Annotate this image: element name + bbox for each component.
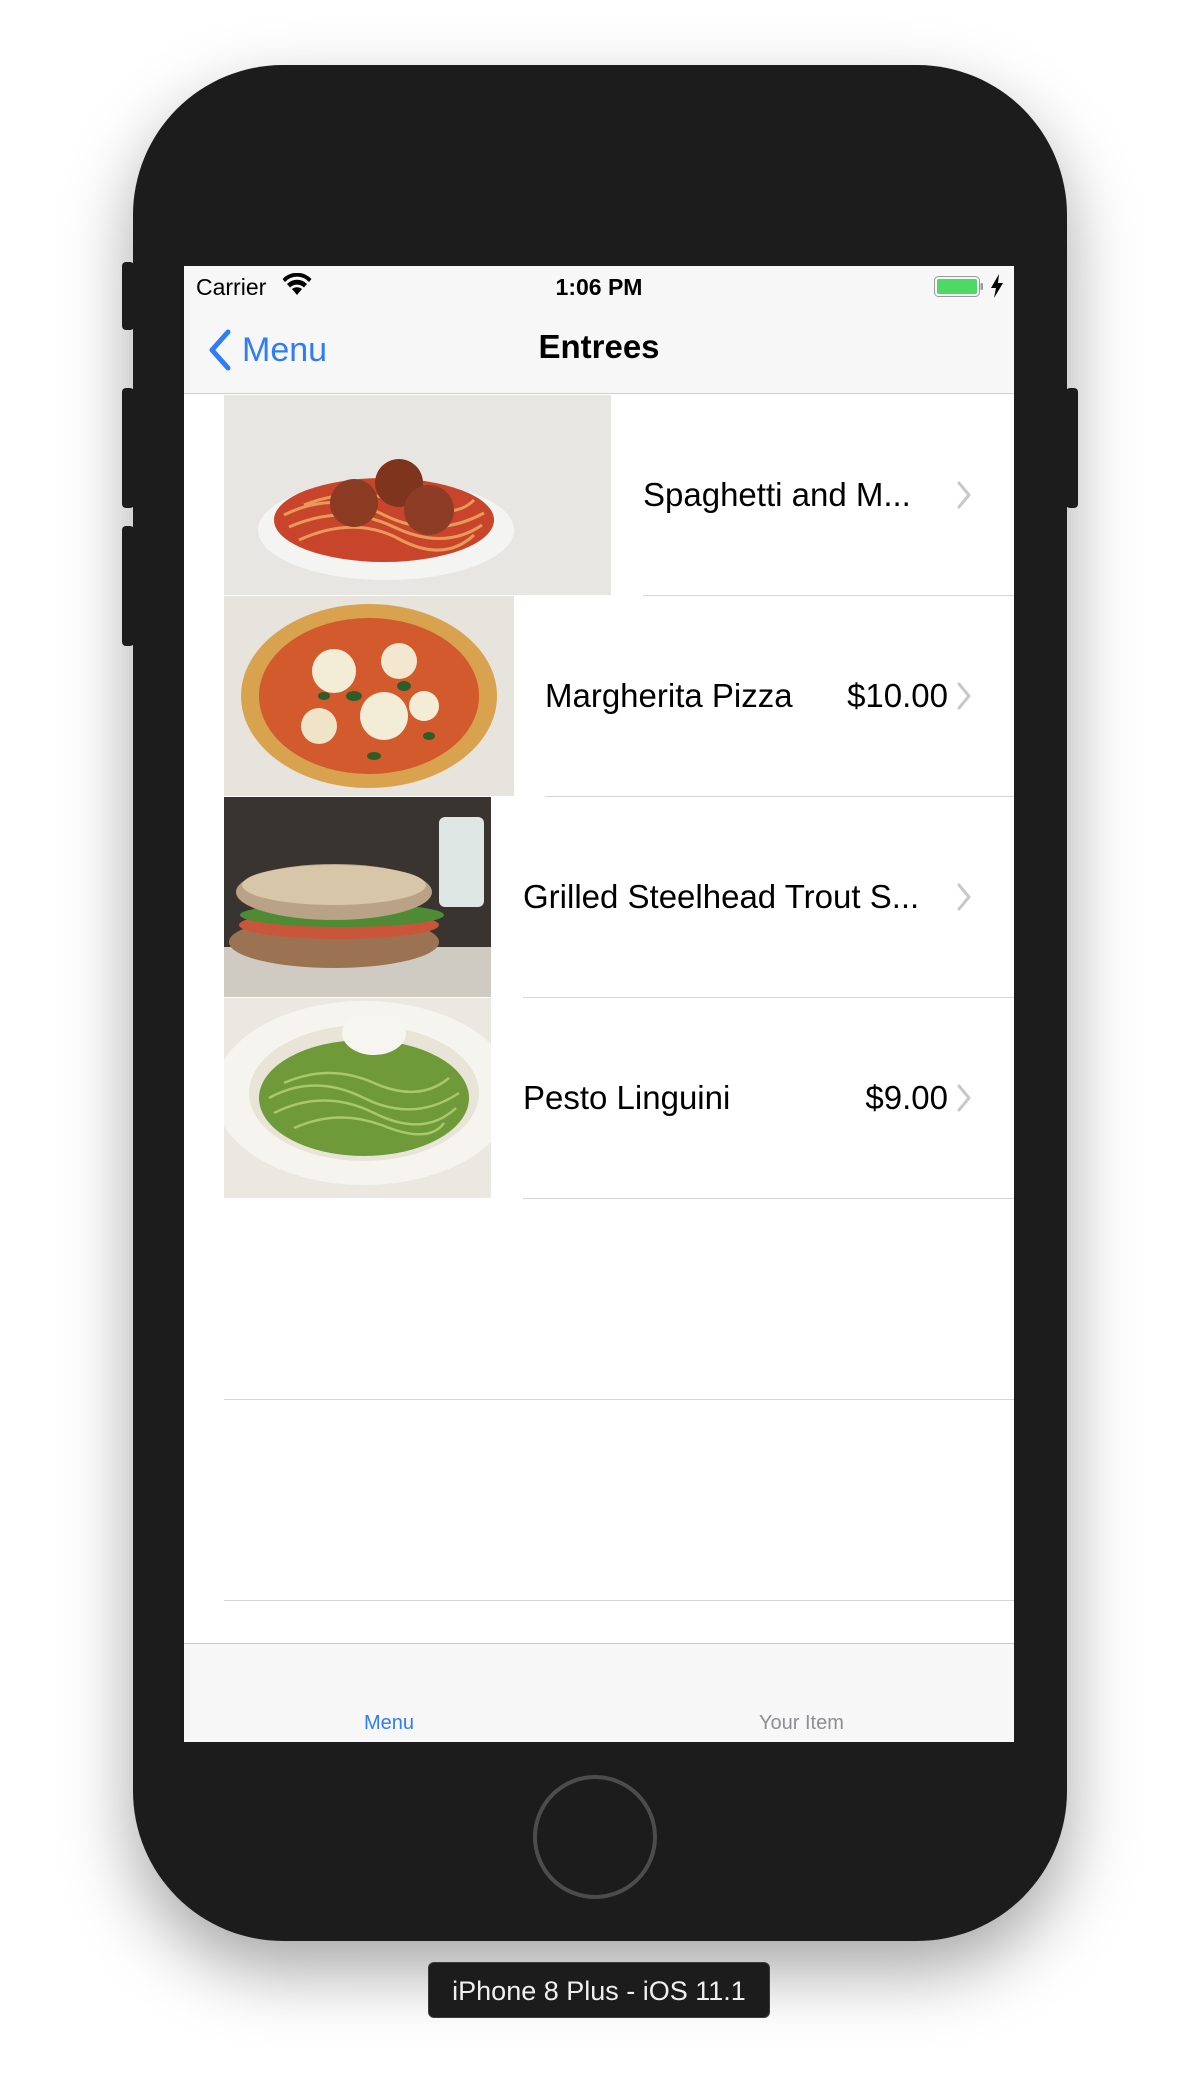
pesto-linguini-image: [224, 998, 491, 1198]
entree-row-pesto-linguini[interactable]: Pesto Linguini $9.00: [184, 998, 1014, 1198]
page-title: Entrees: [538, 328, 660, 365]
chevron-right-icon: [957, 682, 971, 710]
item-title: Pesto Linguini: [523, 1079, 731, 1116]
charging-bolt-icon: [991, 274, 1003, 298]
entree-row-margherita-pizza[interactable]: Margherita Pizza $10.00: [184, 596, 1014, 796]
trout-sandwich-image: [224, 797, 491, 997]
empty-row-separator: [224, 1399, 1014, 1400]
item-title: Margherita Pizza: [545, 677, 793, 714]
item-price: $9.00: [865, 1079, 948, 1116]
volume-down-button: [122, 526, 134, 646]
chevron-right-icon: [957, 481, 971, 509]
mute-switch: [122, 262, 134, 330]
battery-icon: [934, 276, 983, 297]
item-title: Grilled Steelhead Trout S...: [523, 878, 920, 915]
item-price: [864, 797, 948, 997]
pizza-image: [224, 596, 514, 796]
volume-up-button: [122, 388, 134, 508]
entree-row-spaghetti[interactable]: Spaghetti and M...: [184, 395, 1014, 595]
power-button: [1066, 388, 1078, 508]
item-price: $10.00: [847, 677, 948, 714]
tab-menu[interactable]: Menu: [364, 1712, 414, 1735]
chevron-right-icon: [957, 1084, 971, 1112]
row-separator: [523, 1198, 1014, 1199]
empty-row-separator: [224, 1600, 1014, 1601]
item-price: [864, 395, 948, 595]
spaghetti-image: [224, 395, 611, 595]
entree-row-grilled-steelhead-trout[interactable]: Grilled Steelhead Trout S...: [184, 797, 1014, 997]
navigation-bar: Menu Entrees: [184, 306, 1014, 394]
home-button[interactable]: [533, 1775, 657, 1899]
device-label: iPhone 8 Plus - iOS 11.1: [428, 1962, 770, 2018]
tab-your-item[interactable]: Your Item: [759, 1712, 844, 1735]
status-bar: Carrier 1:06 PM: [184, 266, 1014, 306]
chevron-right-icon: [957, 883, 971, 911]
screen: Carrier 1:06 PM Menu Entrees Spaghetti a…: [184, 266, 1014, 1742]
tab-bar: Menu Your Item: [184, 1643, 1014, 1742]
status-time: 1:06 PM: [555, 274, 643, 300]
